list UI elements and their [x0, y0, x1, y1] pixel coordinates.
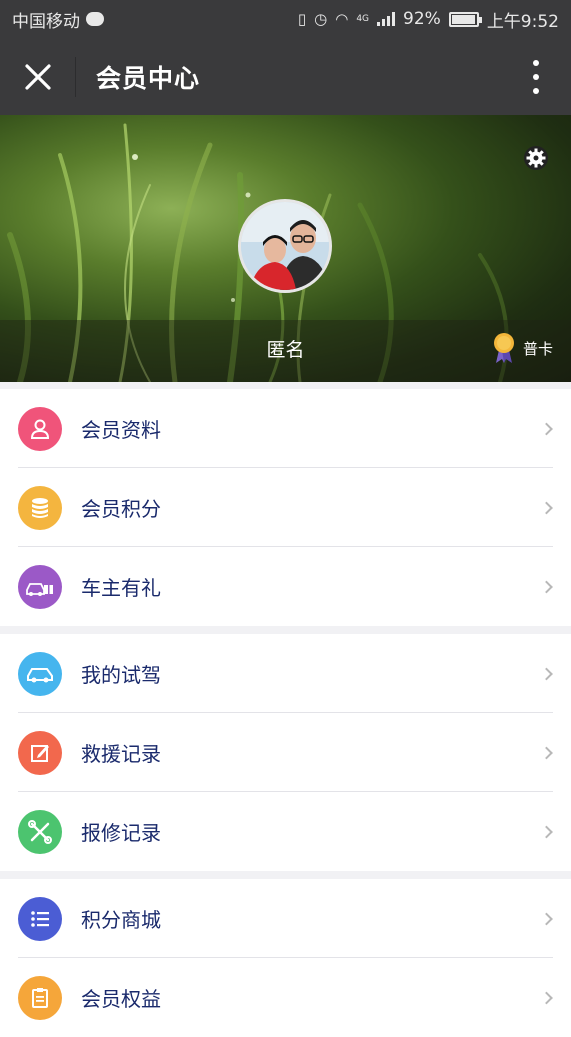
message-icon [86, 12, 104, 26]
close-icon [24, 63, 51, 90]
menu-item-label: 报修记录 [81, 821, 161, 845]
battery-icon [448, 11, 482, 27]
car-gift-icon [18, 564, 62, 609]
menu-item-label: 会员权益 [81, 987, 161, 1011]
list-icon [18, 896, 62, 941]
menu-item-member-info[interactable]: 会员资料 [0, 389, 571, 468]
chevron-right-icon [540, 580, 553, 593]
menu-item-my-test-drive[interactable]: 我的试驾 [0, 634, 571, 713]
menu-item-member-points[interactable]: 会员积分 [0, 468, 571, 547]
chevron-right-icon [540, 501, 553, 514]
coins-icon [18, 485, 62, 530]
tools-icon [18, 809, 62, 854]
menu-group: 积分商城 会员权益 [0, 879, 571, 1037]
menu-group: 会员资料 会员积分 车主有礼 [0, 389, 571, 626]
clipboard-icon [18, 975, 62, 1020]
menu-item-rescue-records[interactable]: 救援记录 [0, 713, 571, 792]
menu-item-member-benefits[interactable]: 会员权益 [0, 958, 571, 1037]
status-bar: 中国移动 ▯ ◷ ◠ 4G 92% 上午9:52 [0, 0, 571, 38]
person-icon [18, 406, 62, 451]
menu-item-label: 车主有礼 [81, 576, 161, 600]
network-type: 4G [356, 14, 370, 24]
member-menu: 会员资料 会员积分 车主有礼 我的试驾 救援记录 报修记录 积分商城 会员权益 [0, 382, 571, 1037]
vibrate-icon: ▯ [297, 10, 307, 28]
clock: 上午9:52 [486, 11, 559, 32]
chevron-right-icon [540, 991, 553, 1004]
chevron-right-icon [540, 422, 553, 435]
nav-bar: 会员中心 [0, 38, 571, 115]
alarm-icon: ◷ [314, 10, 328, 28]
chevron-right-icon [540, 825, 553, 838]
page-title: 会员中心 [96, 63, 201, 93]
menu-item-label: 会员资料 [81, 418, 161, 442]
menu-item-label: 救援记录 [81, 742, 161, 766]
signal-icon [377, 12, 396, 26]
chevron-right-icon [540, 746, 553, 759]
car-icon [18, 651, 62, 696]
menu-item-points-mall[interactable]: 积分商城 [0, 879, 571, 958]
close-button[interactable] [0, 56, 76, 97]
username-label: 匿名 [266, 339, 305, 361]
menu-item-repair-records[interactable]: 报修记录 [0, 792, 571, 871]
profile-header: 匿名 普卡 [0, 115, 571, 382]
menu-item-label: 积分商城 [81, 908, 161, 932]
chevron-right-icon [540, 667, 553, 680]
wifi-icon: ◠ [335, 10, 349, 28]
card-level-label: 普卡 [522, 339, 553, 358]
menu-item-owner-gifts[interactable]: 车主有礼 [0, 547, 571, 626]
menu-group: 我的试驾 救援记录 报修记录 [0, 634, 571, 871]
medal-icon [493, 333, 514, 363]
settings-gear-icon[interactable] [523, 145, 549, 171]
more-menu-button[interactable] [531, 60, 541, 94]
menu-item-label: 会员积分 [81, 497, 161, 521]
member-level-badge[interactable]: 普卡 [493, 332, 553, 364]
menu-item-label: 我的试驾 [81, 663, 161, 687]
edit-icon [18, 730, 62, 775]
chevron-right-icon [540, 912, 553, 925]
user-avatar[interactable] [238, 199, 332, 293]
carrier-label: 中国移动 [12, 11, 80, 32]
battery-percent: 92% [403, 9, 441, 29]
